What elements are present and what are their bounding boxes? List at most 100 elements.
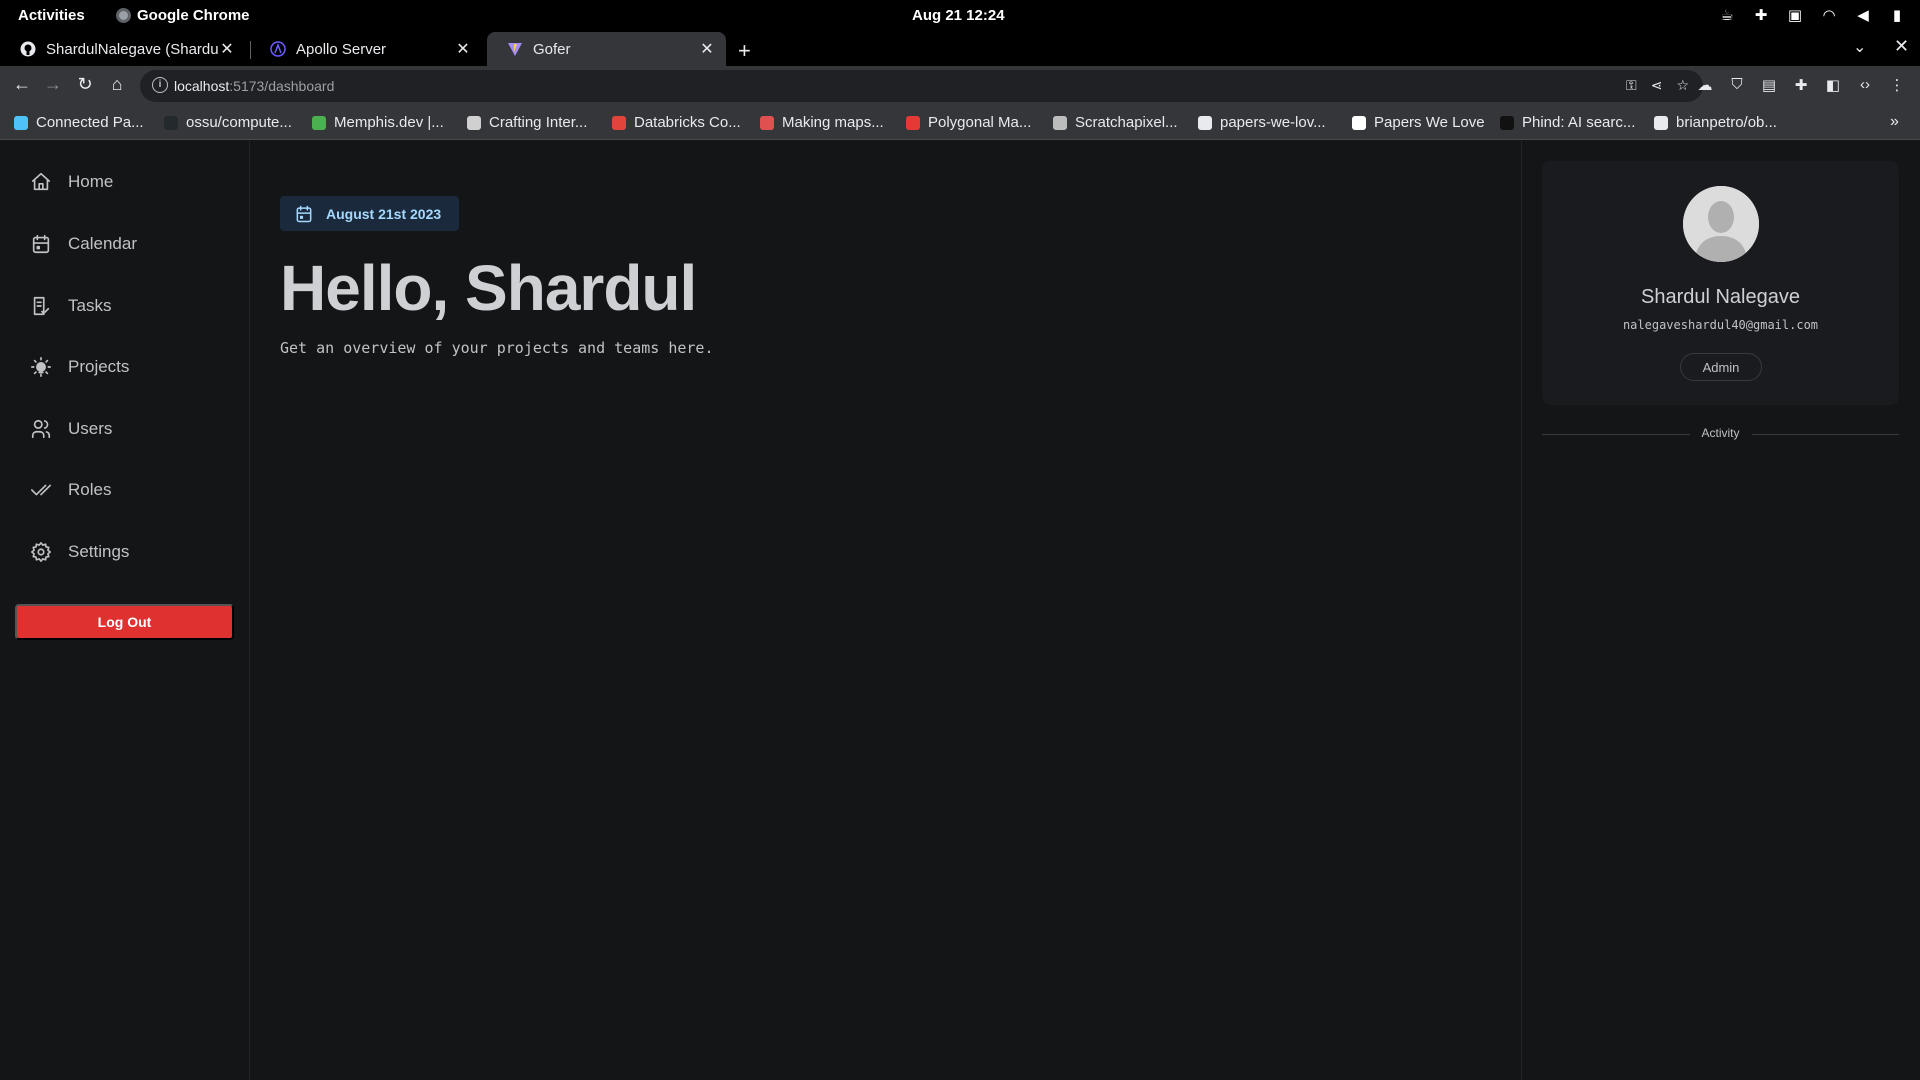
- main-content: August 21st 2023 Hello, Shardul Get an o…: [251, 141, 1521, 1080]
- wifi-icon[interactable]: ◠: [1820, 6, 1838, 24]
- more-menu-icon[interactable]: ⋮: [1887, 76, 1907, 94]
- sidebar-item-roles[interactable]: Roles: [30, 479, 111, 501]
- window-close-icon[interactable]: ✕: [1894, 36, 1909, 57]
- date-badge: August 21st 2023: [280, 196, 460, 231]
- bookmark-favicon: [906, 115, 920, 130]
- sidebar-item-label: Calendar: [68, 234, 137, 253]
- bookmark-label: ossu/compute...: [186, 114, 292, 131]
- devtools-icon[interactable]: ‹›: [1855, 76, 1875, 93]
- app-menu[interactable]: Google Chrome: [116, 7, 250, 24]
- sidebar-item-home[interactable]: Home: [30, 171, 113, 193]
- checks-icon: [31, 484, 51, 496]
- profile-card: Shardul Nalegave nalegaveshardul40@gmail…: [1542, 161, 1899, 405]
- sidebar-item-label: Tasks: [68, 296, 112, 315]
- site-info-icon[interactable]: i: [152, 77, 168, 93]
- close-icon[interactable]: ✕: [218, 39, 236, 59]
- clipboard-icon[interactable]: ▣: [1786, 6, 1804, 24]
- sidebar-item-users[interactable]: Users: [30, 418, 112, 440]
- bookmark-item[interactable]: brianpetro/ob...: [1654, 114, 1777, 131]
- users-icon: [31, 419, 51, 439]
- date-text: August 21st 2023: [326, 205, 442, 222]
- bookmark-item[interactable]: Papers We Love: [1352, 114, 1485, 131]
- sidebar-item-label: Projects: [68, 357, 130, 376]
- bookmark-item[interactable]: Making maps...: [760, 114, 884, 131]
- page-subtitle: Get an overview of your projects and tea…: [280, 339, 714, 357]
- bookmark-favicon: [1198, 115, 1212, 130]
- tab-label: Gofer: [533, 40, 571, 58]
- bookmark-item[interactable]: Memphis.dev |...: [312, 114, 444, 131]
- url-text[interactable]: localhost:5173/dashboard: [174, 78, 334, 94]
- star-icon[interactable]: ☆: [1676, 77, 1689, 94]
- bulb-icon: [31, 357, 51, 377]
- coffee-icon[interactable]: ☕: [1718, 6, 1736, 24]
- activities-button[interactable]: Activities: [18, 7, 85, 24]
- github-icon: [20, 41, 36, 57]
- bookmark-item[interactable]: Crafting Inter...: [467, 114, 587, 131]
- bookmark-favicon: [1352, 115, 1366, 130]
- page-title: Hello, Shardul: [280, 252, 697, 324]
- share-icon[interactable]: ⋖: [1651, 77, 1663, 94]
- avatar: [1683, 186, 1759, 262]
- bookmark-favicon: [312, 115, 326, 130]
- app-name: Google Chrome: [137, 7, 250, 24]
- battery-icon[interactable]: ▮: [1888, 6, 1906, 24]
- bookmark-item[interactable]: Scratchapixel...: [1053, 114, 1178, 131]
- activity-divider: Activity: [1542, 424, 1899, 444]
- bookmarks-bar: Connected Pa... ossu/compute... Memphis.…: [0, 106, 1920, 140]
- shield-extension-icon[interactable]: ⛉: [1727, 76, 1747, 93]
- bookmark-item[interactable]: ossu/compute...: [164, 114, 292, 131]
- sidebar-item-settings[interactable]: Settings: [30, 541, 129, 563]
- profile-email: nalegaveshardul40@gmail.com: [1622, 318, 1819, 332]
- bookmark-favicon: [1053, 115, 1067, 130]
- bookmark-favicon: [467, 115, 481, 130]
- bookmark-label: Making maps...: [782, 114, 884, 131]
- tab-github[interactable]: ShardulNalegave (Shardul ✕: [0, 32, 246, 66]
- system-tray[interactable]: ☕ ✚ ▣ ◠ ◀ ▮: [1718, 6, 1906, 24]
- bookmark-label: Phind: AI searc...: [1522, 114, 1636, 131]
- tab-apollo[interactable]: Apollo Server ✕: [250, 32, 482, 66]
- key-icon[interactable]: ⚿: [1626, 77, 1637, 94]
- close-icon[interactable]: ✕: [698, 39, 716, 59]
- bookmarks-overflow-icon[interactable]: »: [1890, 113, 1899, 131]
- bookmark-label: Scratchapixel...: [1075, 114, 1178, 131]
- logout-button[interactable]: Log Out: [15, 604, 234, 640]
- sidebar: Home Calendar Tasks Projects Users Roles…: [0, 141, 250, 1080]
- bookmark-label: Databricks Co...: [634, 114, 741, 131]
- bookmark-item[interactable]: Phind: AI searc...: [1500, 114, 1635, 131]
- cloud-extension-icon[interactable]: ☁: [1695, 76, 1715, 94]
- tab-gofer[interactable]: Gofer ✕: [487, 32, 726, 66]
- sidebar-item-tasks[interactable]: Tasks: [30, 295, 111, 317]
- extensions-puzzle-icon[interactable]: ✚: [1791, 76, 1811, 94]
- address-bar[interactable]: i localhost:5173/dashboard ⚿ ⋖ ☆: [140, 70, 1703, 102]
- document-extension-icon[interactable]: ▤: [1759, 76, 1779, 94]
- tab-search-chevron-icon[interactable]: ⌄: [1853, 37, 1866, 57]
- bookmark-item[interactable]: papers-we-lov...: [1198, 114, 1326, 131]
- reload-icon[interactable]: ↻: [73, 74, 97, 95]
- sidebar-item-label: Users: [68, 419, 113, 438]
- new-tab-button[interactable]: +: [738, 38, 751, 64]
- activity-label: Activity: [1701, 426, 1740, 440]
- role-badge: Admin: [1680, 353, 1762, 381]
- back-icon[interactable]: ←: [10, 74, 34, 95]
- clock[interactable]: Aug 21 12:24: [912, 7, 1005, 24]
- tab-strip: ShardulNalegave (Shardul ✕ Apollo Server…: [0, 32, 1920, 66]
- app-root: Home Calendar Tasks Projects Users Roles…: [0, 141, 1920, 1080]
- calendar-icon: [296, 205, 312, 222]
- url-path: :5173/dashboard: [229, 78, 335, 94]
- close-icon[interactable]: ✕: [454, 39, 472, 59]
- bookmark-item[interactable]: Databricks Co...: [612, 114, 741, 131]
- bookmark-favicon: [760, 115, 774, 130]
- bookmark-item[interactable]: Connected Pa...: [14, 114, 144, 131]
- home-browser-icon[interactable]: ⌂: [105, 74, 129, 95]
- forward-icon[interactable]: →: [41, 74, 65, 95]
- tab-label: ShardulNalegave (Shardul: [46, 40, 218, 58]
- volume-icon[interactable]: ◀: [1854, 6, 1872, 24]
- puzzle-icon[interactable]: ✚: [1752, 6, 1770, 24]
- bookmark-item[interactable]: Polygonal Ma...: [906, 114, 1031, 131]
- sidebar-item-projects[interactable]: Projects: [30, 356, 129, 378]
- chrome-icon: [116, 8, 131, 23]
- side-panel-icon[interactable]: ◧: [1823, 76, 1843, 94]
- bookmark-label: Papers We Love: [1374, 114, 1485, 131]
- calendar-icon: [32, 234, 50, 254]
- sidebar-item-calendar[interactable]: Calendar: [30, 233, 137, 255]
